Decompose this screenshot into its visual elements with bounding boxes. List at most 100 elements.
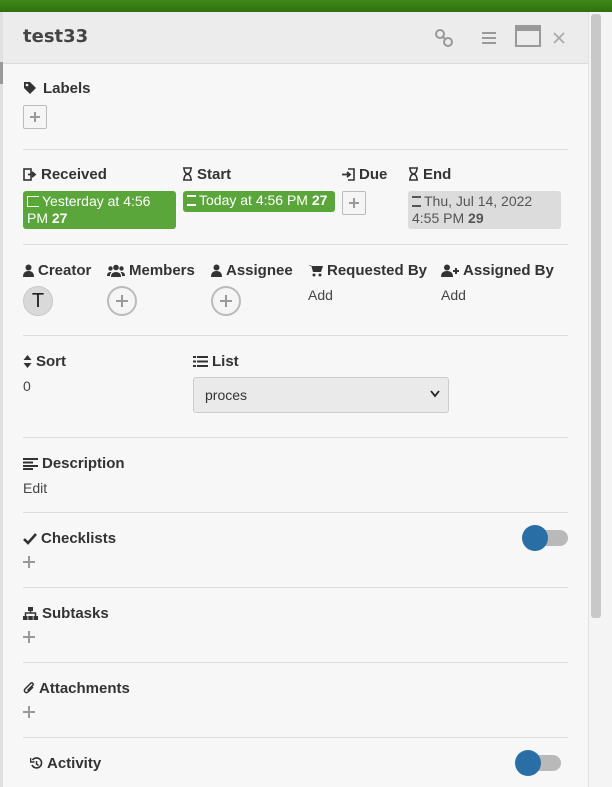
- list-heading: List: [193, 353, 239, 370]
- toggle-knob: [522, 525, 548, 551]
- divider: [23, 737, 568, 738]
- attachments-label: Attachments: [39, 680, 130, 697]
- received-date-badge[interactable]: Yesterday at 4:56 PM 27: [23, 191, 176, 229]
- hourglass-icon: [187, 195, 196, 206]
- divider: [23, 662, 568, 663]
- history-icon: [30, 757, 43, 769]
- users-icon: [107, 264, 125, 277]
- scrollbar-thumb[interactable]: [591, 14, 601, 618]
- list-label: List: [212, 353, 239, 370]
- hourglass-icon: [409, 167, 418, 181]
- members-label: Members: [129, 262, 195, 279]
- end-day-count: 29: [468, 210, 484, 226]
- chevron-down-icon: [430, 390, 440, 398]
- user-icon: [23, 264, 34, 277]
- cart-icon: [308, 265, 323, 277]
- divider: [23, 587, 568, 588]
- start-date-text: Today at 4:56 PM: [199, 192, 308, 208]
- received-day-count: 27: [51, 210, 68, 226]
- sort-label: Sort: [36, 353, 66, 370]
- activity-toggle[interactable]: [515, 750, 561, 776]
- top-app-bar: [0, 0, 612, 12]
- members-heading: Members: [107, 262, 195, 279]
- labels-label: Labels: [43, 80, 91, 97]
- due-label: Due: [359, 166, 388, 183]
- add-attachment-button[interactable]: [23, 706, 35, 718]
- user-icon: [211, 264, 222, 277]
- sign-in-icon: [23, 168, 37, 181]
- divider: [23, 512, 568, 513]
- start-heading: Start: [182, 166, 231, 183]
- creator-label: Creator: [38, 262, 92, 279]
- description-heading: Description: [23, 455, 125, 472]
- labels-heading: Labels: [23, 80, 91, 97]
- requested-by-add-link[interactable]: Add: [308, 287, 333, 303]
- user-plus-icon: [441, 264, 459, 277]
- card-details-panel: test33 Labels Received Yesterday at 4:56…: [3, 12, 588, 787]
- divider: [23, 437, 568, 438]
- end-label: End: [423, 166, 452, 183]
- sort-heading: Sort: [23, 353, 66, 370]
- end-date-text: Thu, Jul 14, 2022: [424, 193, 533, 209]
- start-label: Start: [197, 166, 232, 183]
- add-member-button[interactable]: [107, 286, 137, 316]
- paperclip-icon: [23, 682, 34, 694]
- subtasks-label: Subtasks: [42, 605, 109, 622]
- activity-label: Activity: [47, 755, 102, 772]
- received-date-text: Yesterday at 4:56: [42, 193, 151, 209]
- list-select-value: proces: [205, 387, 248, 403]
- hourglass-icon: [183, 167, 192, 181]
- end-date-text-2: 4:55 PM: [412, 210, 465, 226]
- sitemap-icon: [23, 607, 38, 620]
- card-header: test33: [3, 12, 588, 64]
- activity-heading: Activity: [30, 755, 101, 772]
- hourglass-icon: [412, 196, 421, 207]
- sort-value[interactable]: 0: [23, 378, 31, 394]
- add-assignee-button[interactable]: [211, 286, 241, 316]
- assignee-heading: Assignee: [211, 262, 293, 279]
- assignee-label: Assignee: [226, 262, 293, 279]
- align-left-icon: [23, 458, 38, 470]
- subtasks-heading: Subtasks: [23, 605, 109, 622]
- sign-in-icon: [27, 196, 39, 207]
- card-title[interactable]: test33: [23, 26, 88, 47]
- link-icon[interactable]: [434, 28, 454, 48]
- add-label-button[interactable]: [23, 105, 47, 129]
- received-date-text-2: PM: [27, 210, 48, 226]
- divider: [23, 244, 568, 245]
- add-due-date-button[interactable]: [342, 191, 366, 215]
- add-subtask-button[interactable]: [23, 631, 35, 643]
- tags-icon: [24, 82, 36, 94]
- maximize-icon[interactable]: [515, 25, 541, 47]
- checklists-heading: Checklists: [23, 530, 116, 547]
- end-heading: End: [408, 166, 451, 183]
- end-date-badge[interactable]: Thu, Jul 14, 2022 4:55 PM 29: [408, 191, 561, 229]
- list-select[interactable]: proces: [193, 377, 449, 413]
- checklists-label: Checklists: [41, 530, 117, 547]
- add-checklist-button[interactable]: [23, 556, 35, 568]
- sign-in-icon: [342, 168, 355, 181]
- divider: [23, 335, 568, 336]
- requested-by-label: Requested By: [327, 262, 428, 279]
- start-date-badge[interactable]: Today at 4:56 PM 27: [183, 191, 335, 212]
- checklists-toggle[interactable]: [522, 525, 568, 551]
- hamburger-icon[interactable]: [479, 28, 499, 48]
- received-label: Received: [41, 166, 107, 183]
- assigned-by-add-link[interactable]: Add: [441, 287, 466, 303]
- requested-by-heading: Requested By: [308, 262, 427, 279]
- list-icon: [193, 356, 208, 367]
- close-icon[interactable]: [549, 28, 569, 48]
- assigned-by-label: Assigned By: [463, 262, 554, 279]
- toggle-knob: [515, 750, 541, 776]
- check-icon: [23, 533, 37, 545]
- received-heading: Received: [23, 166, 107, 183]
- description-label: Description: [42, 455, 125, 472]
- creator-heading: Creator: [23, 262, 91, 279]
- sort-icon: [23, 355, 32, 368]
- due-heading: Due: [341, 166, 387, 183]
- avatar[interactable]: T: [23, 286, 53, 316]
- divider: [23, 149, 568, 150]
- attachments-heading: Attachments: [23, 680, 130, 697]
- assigned-by-heading: Assigned By: [441, 262, 554, 279]
- description-edit-link[interactable]: Edit: [23, 480, 47, 496]
